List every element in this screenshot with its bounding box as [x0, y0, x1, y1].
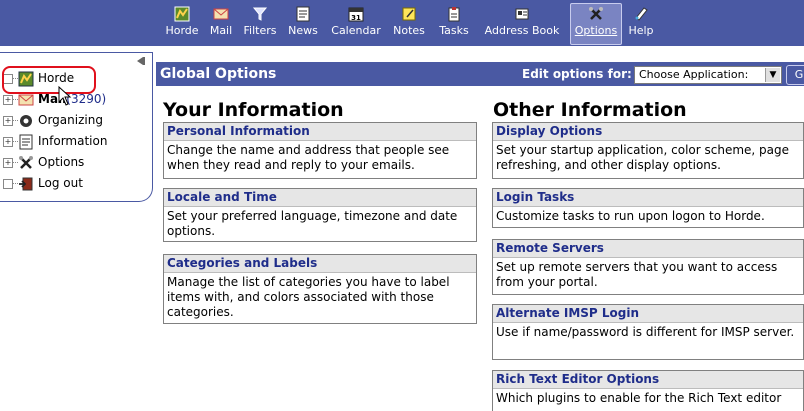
nav-item-mail[interactable]: Mail	[206, 4, 236, 44]
expand-icon[interactable]: +	[3, 137, 13, 147]
sidebar-item-label: Organizing	[38, 113, 103, 127]
expand-icon[interactable]: +	[3, 158, 13, 168]
card-locale-and-time: Locale and Time Set your preferred langu…	[163, 188, 477, 242]
svg-text:31: 31	[351, 14, 361, 22]
nav-item-filters[interactable]: Filters	[239, 4, 281, 44]
sidebar-item-label: Log out	[38, 176, 83, 190]
alternate-imsp-login-link[interactable]: Alternate IMSP Login	[493, 305, 803, 323]
highlight-annotation	[2, 66, 96, 94]
expand-icon[interactable]: +	[3, 116, 13, 126]
tasks-icon	[448, 7, 460, 22]
news-icon	[296, 6, 310, 22]
login-tasks-link[interactable]: Login Tasks	[493, 189, 803, 207]
your-information-heading: Your Information	[163, 99, 344, 121]
card-description: Set your startup application, color sche…	[496, 143, 789, 172]
nav-item-options[interactable]: Options	[570, 3, 622, 45]
card-rich-text-editor-options: Rich Text Editor Options Which plugins t…	[492, 370, 804, 411]
horde-icon	[174, 6, 190, 22]
unread-count: (3290)	[66, 92, 107, 106]
information-icon	[19, 134, 33, 150]
chevron-down-icon[interactable]: ▼	[765, 68, 780, 82]
sidebar-item-label: Information	[38, 134, 108, 148]
mail-icon	[213, 8, 229, 20]
nav-item-tasks[interactable]: Tasks	[434, 4, 474, 44]
expand-icon[interactable]: +	[3, 95, 13, 105]
nav-label: Address Book	[484, 24, 560, 37]
nav-label: Help	[628, 24, 654, 37]
nav-item-horde[interactable]: Horde	[162, 4, 202, 44]
mouse-cursor-icon	[58, 86, 72, 106]
nav-item-notes[interactable]: Notes	[390, 4, 428, 44]
card-categories-and-labels: Categories and Labels Manage the list of…	[163, 254, 477, 324]
card-description: Customize tasks to run upon logon to Hor…	[496, 209, 765, 223]
card-remote-servers: Remote Servers Set up remote servers tha…	[492, 239, 804, 295]
go-button[interactable]: G	[786, 65, 804, 85]
logout-icon	[19, 177, 33, 191]
card-login-tasks: Login Tasks Customize tasks to run upon …	[492, 188, 804, 228]
remote-servers-link[interactable]: Remote Servers	[493, 240, 803, 258]
edit-options-label: Edit options for:	[522, 67, 632, 81]
filter-icon	[252, 7, 268, 21]
card-description: Which plugins to enable for the Rich Tex…	[496, 391, 782, 405]
card-description: Set your preferred language, timezone an…	[167, 209, 458, 238]
card-alternate-imsp-login: Alternate IMSP Login Use if name/passwor…	[492, 304, 804, 360]
nav-label: Horde	[165, 24, 199, 37]
nav-item-news[interactable]: News	[284, 4, 322, 44]
card-personal-information: Personal Information Change the name and…	[163, 122, 477, 179]
mail-icon	[18, 94, 34, 106]
card-description: Use if name/password is different for IM…	[496, 325, 795, 339]
organizing-icon	[20, 115, 32, 127]
locale-and-time-link[interactable]: Locale and Time	[164, 189, 476, 207]
options-header-bar: Global Options Edit options for: Choose …	[156, 62, 804, 86]
nav-item-address-book[interactable]: Address Book	[479, 4, 565, 44]
card-description: Set up remote servers that you want to a…	[496, 260, 778, 289]
display-options-link[interactable]: Display Options	[493, 123, 803, 141]
address-book-icon	[515, 8, 529, 20]
top-navigation-bar: Horde Mail Filters News 31 Calendar Note…	[0, 0, 804, 52]
tree-node-box	[3, 179, 13, 189]
rich-text-editor-options-link[interactable]: Rich Text Editor Options	[493, 371, 803, 389]
notes-icon	[402, 7, 416, 21]
application-select[interactable]: Choose Application: ▼	[634, 66, 782, 84]
help-icon	[635, 7, 648, 21]
nav-label: Notes	[393, 24, 425, 37]
nav-label: Filters	[243, 24, 277, 37]
categories-and-labels-link[interactable]: Categories and Labels	[164, 255, 476, 273]
personal-information-link[interactable]: Personal Information	[164, 123, 476, 141]
other-information-heading: Other Information	[493, 99, 687, 121]
nav-item-help[interactable]: Help	[626, 4, 656, 44]
card-display-options: Display Options Set your startup applica…	[492, 122, 804, 179]
nav-item-calendar[interactable]: 31 Calendar	[326, 4, 386, 44]
card-description: Change the name and address that people …	[167, 143, 450, 172]
nav-label: Options	[574, 24, 618, 37]
nav-label: Mail	[209, 24, 233, 37]
nav-label: News	[288, 24, 318, 37]
options-icon	[589, 7, 603, 20]
options-icon	[19, 156, 33, 169]
sidebar-item-label: Mail(3290)	[38, 92, 107, 106]
collapse-sidebar-icon[interactable]	[135, 55, 147, 67]
nav-label: Tasks	[439, 24, 469, 37]
nav-label: Calendar	[331, 24, 381, 37]
sidebar-item-label: Options	[38, 155, 85, 169]
select-value: Choose Application:	[639, 68, 749, 81]
card-description: Manage the list of categories you have t…	[167, 275, 450, 319]
page-title: Global Options	[160, 66, 277, 82]
calendar-icon: 31	[348, 7, 364, 22]
